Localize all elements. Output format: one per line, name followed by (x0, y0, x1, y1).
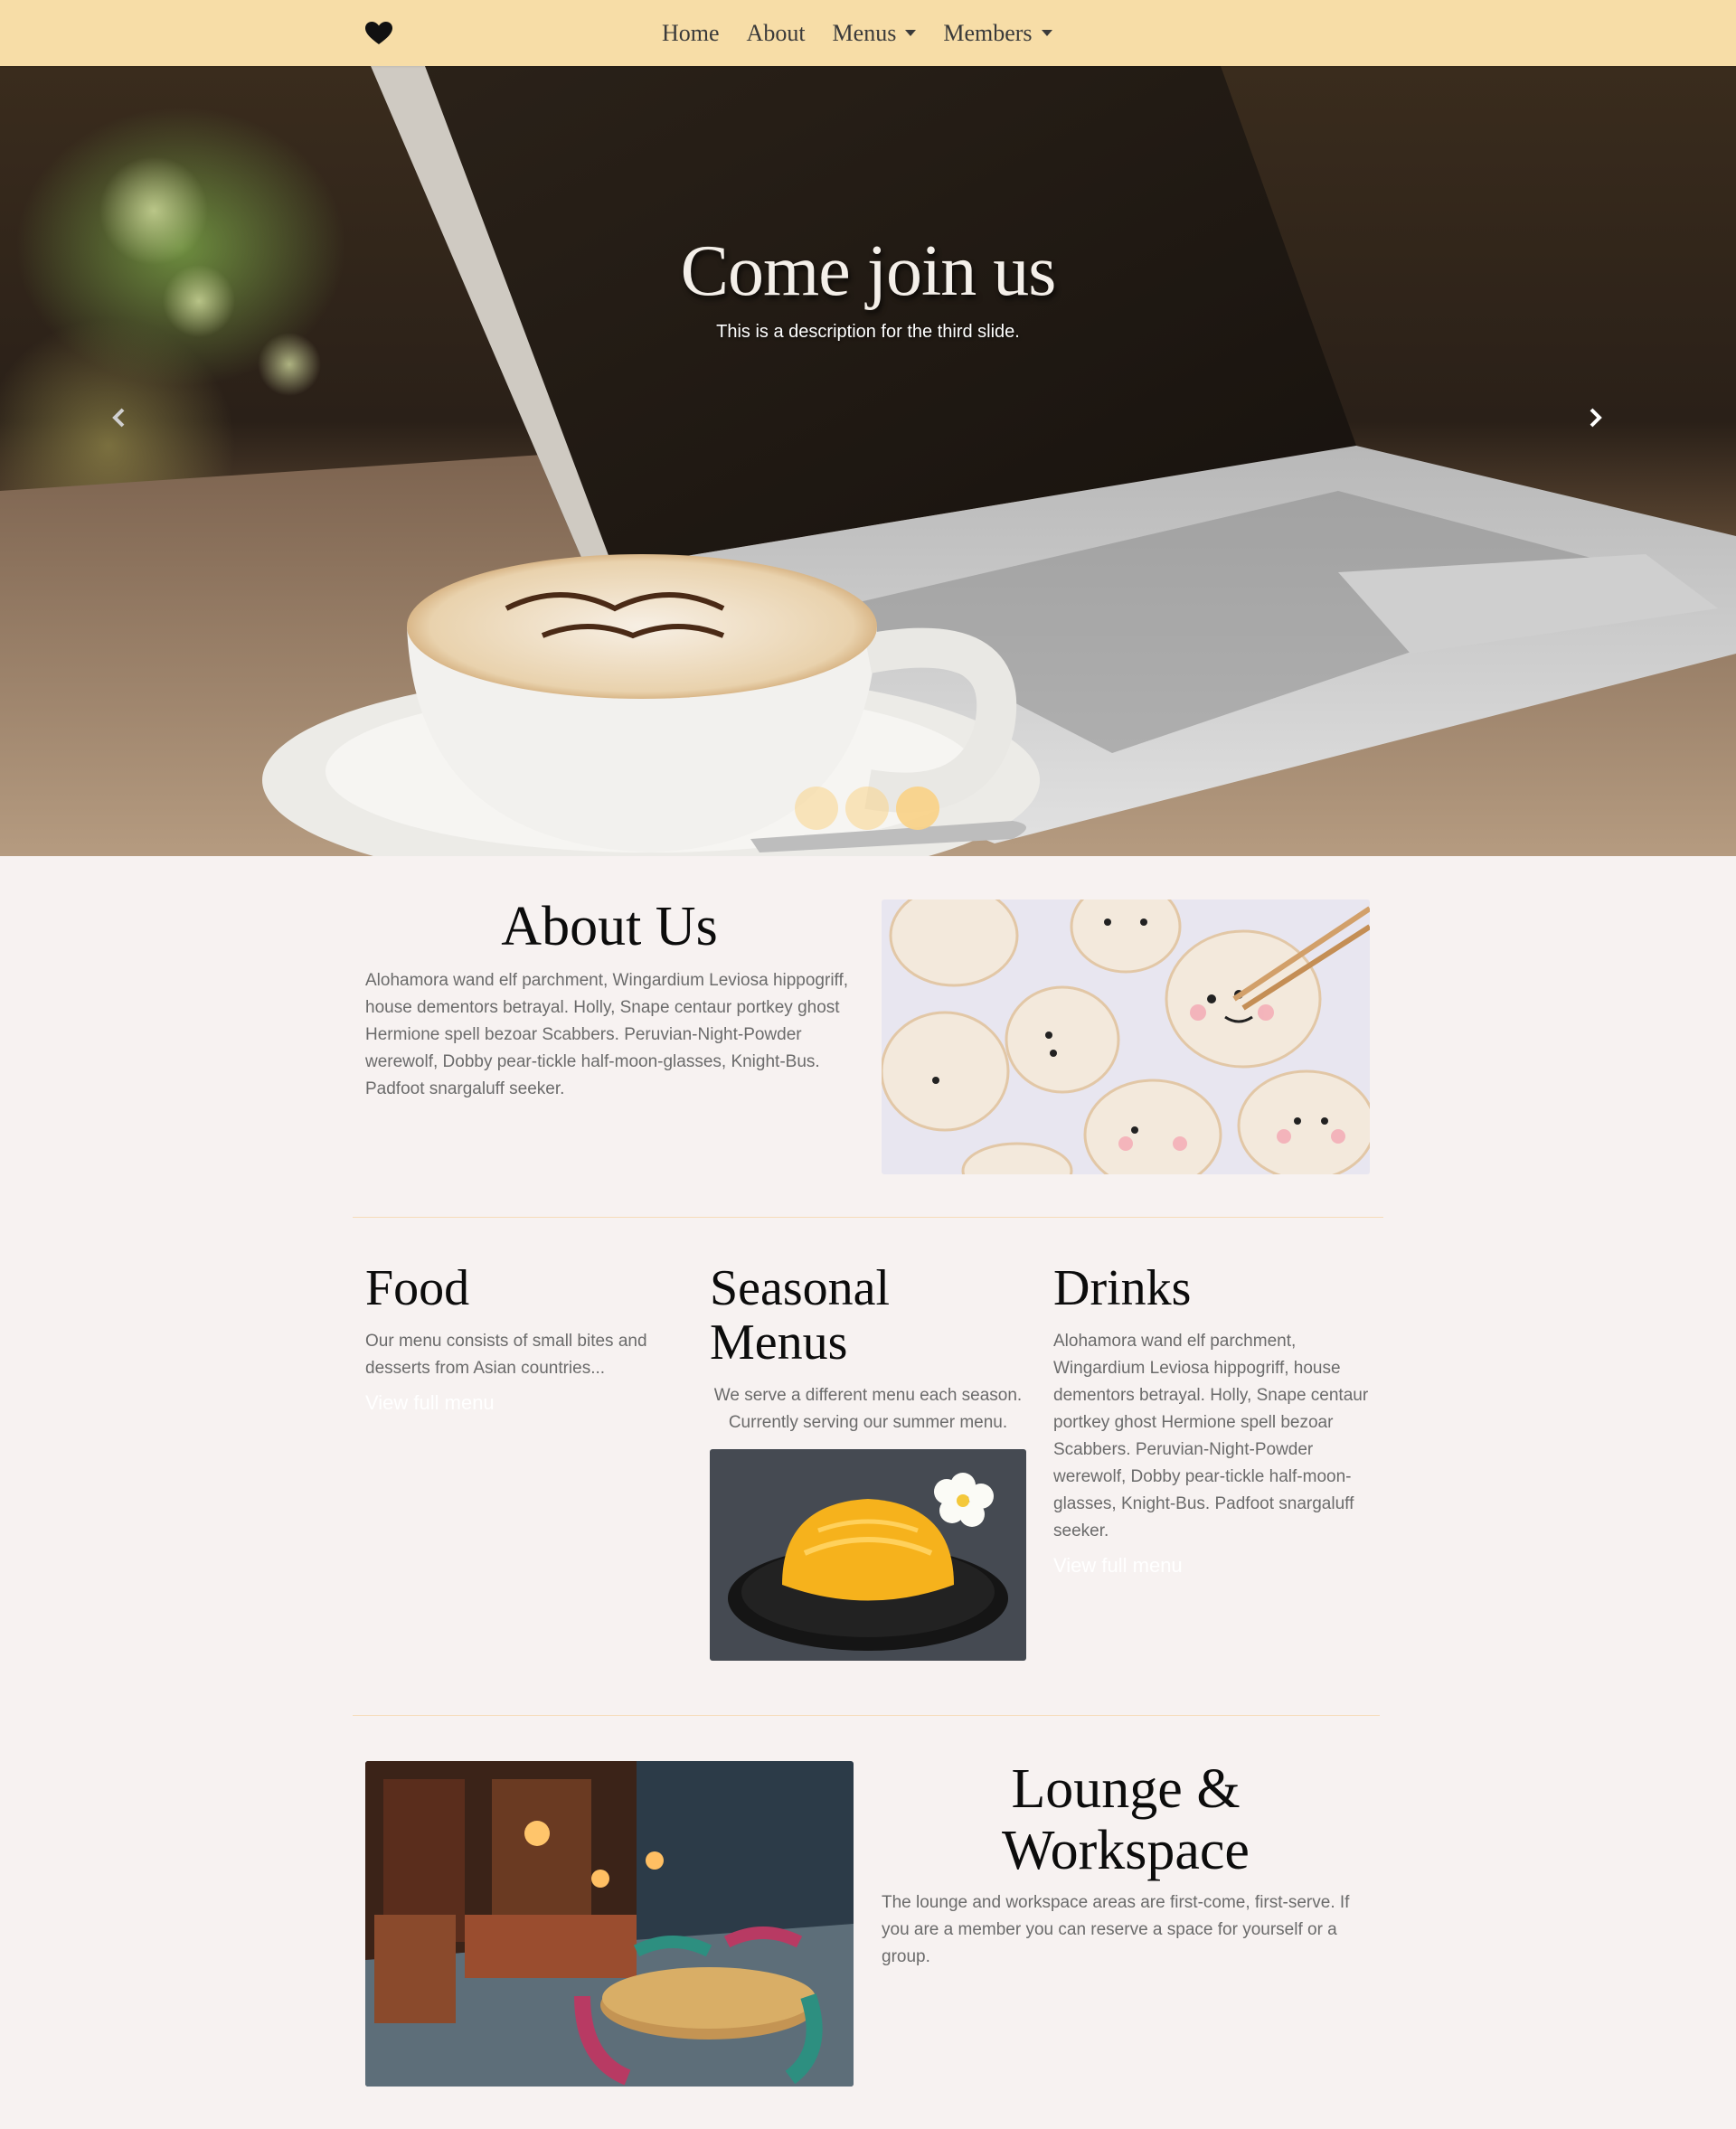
nav-menus-dropdown[interactable]: Menus (833, 20, 917, 47)
drinks-view-menu-link[interactable]: View full menu (1053, 1554, 1183, 1578)
lounge-text: The lounge and workspace areas are first… (882, 1893, 1350, 1966)
food-section: Food Our menu consists of small bites an… (365, 1261, 673, 1415)
carousel-indicators (795, 787, 939, 830)
nav-about[interactable]: About (747, 20, 806, 47)
nav-home[interactable]: Home (662, 20, 720, 47)
about-text: Alohamora wand elf parchment, Wingardium… (365, 971, 849, 1098)
seasonal-image (710, 1449, 1026, 1661)
food-title: Food (365, 1260, 470, 1316)
food-view-menu-link[interactable]: View full menu (365, 1391, 495, 1415)
hero-carousel: Come join us This is a description for t… (0, 66, 1736, 856)
navbar: Home About Menus Members (0, 0, 1736, 66)
lounge-image (365, 1761, 854, 2087)
lounge-title: Lounge & Workspace (1002, 1758, 1250, 1881)
carousel-prev-button[interactable] (112, 408, 148, 444)
seasonal-section: Seasonal Menus We serve a different menu… (710, 1261, 1026, 1661)
carousel-indicator-3[interactable] (896, 787, 939, 830)
chevron-right-icon (1590, 408, 1602, 428)
carousel-indicator-2[interactable] (845, 787, 889, 830)
section-divider (353, 1217, 1383, 1218)
caret-down-icon (905, 30, 917, 36)
brand-logo[interactable] (363, 20, 394, 47)
food-text: Our menu consists of small bites and des… (365, 1332, 647, 1378)
carousel-next-button[interactable] (1588, 408, 1624, 444)
hero-description: This is a description for the third slid… (716, 322, 1020, 342)
caret-down-icon (1041, 30, 1052, 36)
about-image (882, 900, 1370, 1174)
cafe-terrace-image (365, 1761, 854, 2087)
about-title: About Us (501, 896, 718, 957)
macarons-image (882, 900, 1370, 1174)
nav-links: Home About Menus Members (662, 0, 1052, 66)
seasonal-text: We serve a different menu each season. C… (713, 1386, 1023, 1432)
hero-image (0, 66, 1736, 856)
drinks-section: Drinks Alohamora wand elf parchment, Win… (1053, 1261, 1370, 1578)
drinks-text: Alohamora wand elf parchment, Wingardium… (1053, 1332, 1369, 1540)
chevron-left-icon (112, 408, 125, 428)
drinks-title: Drinks (1053, 1260, 1192, 1316)
carousel-indicator-1[interactable] (795, 787, 838, 830)
section-divider (353, 1715, 1380, 1716)
nav-members-dropdown[interactable]: Members (943, 20, 1052, 47)
mango-pudding-image (710, 1449, 1026, 1661)
hero-caption: Come join us This is a description for t… (0, 231, 1736, 343)
heart-icon (365, 22, 392, 44)
seasonal-title: Seasonal Menus (710, 1260, 891, 1371)
hero-title: Come join us (680, 231, 1057, 311)
